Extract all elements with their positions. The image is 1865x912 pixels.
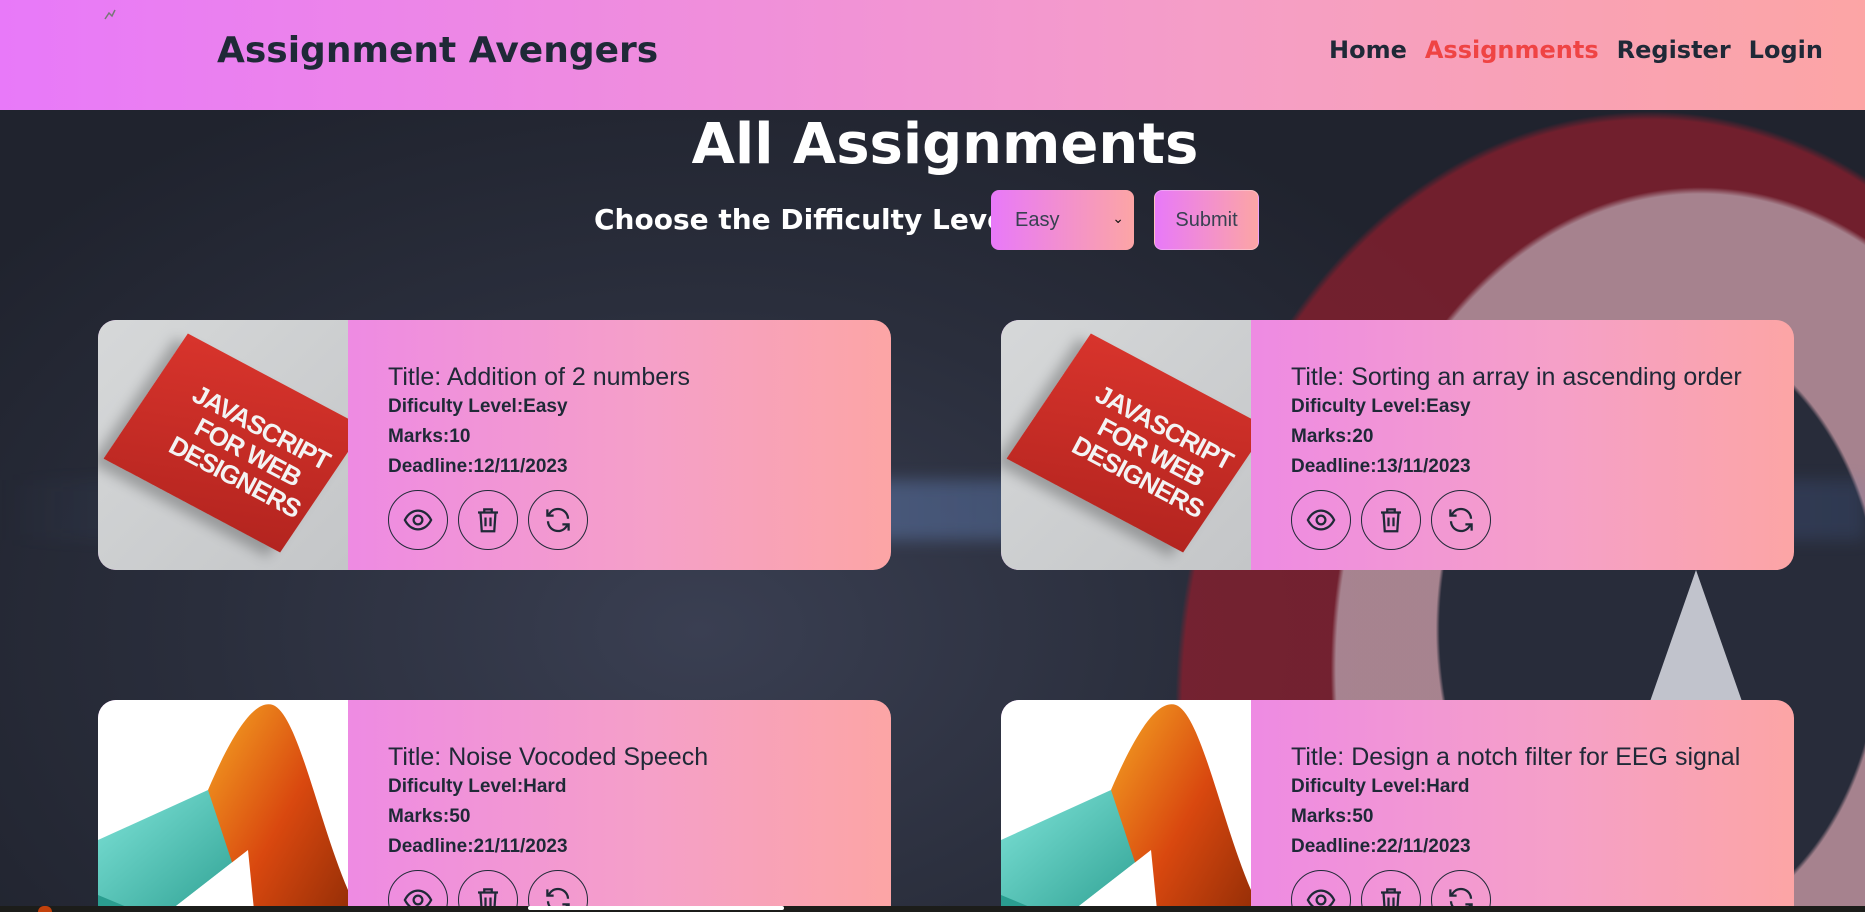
- eye-icon: [1306, 509, 1336, 531]
- matlab-logo-icon: [1001, 704, 1251, 912]
- submit-button[interactable]: Submit: [1154, 190, 1259, 250]
- card-difficulty: Dificulty Level:Hard: [388, 776, 567, 797]
- card-deadline: Deadline:12/11/2023: [388, 456, 568, 477]
- assignment-card: Title: Design a notch filter for EEG sig…: [1001, 700, 1794, 912]
- nav-assignments[interactable]: Assignments: [1425, 36, 1599, 72]
- card-difficulty: Dificulty Level:Hard: [1291, 776, 1470, 797]
- card-deadline: Deadline:21/11/2023: [388, 836, 568, 857]
- card-title: Title: Noise Vocoded Speech: [388, 743, 709, 771]
- card-marks: Marks:20: [1291, 426, 1374, 447]
- matlab-logo-icon: [98, 704, 348, 912]
- card-difficulty: Dificulty Level:Easy: [388, 396, 568, 417]
- refresh-icon: [1449, 507, 1473, 533]
- difficulty-selected-value: Easy: [1015, 208, 1060, 231]
- card-actions: [388, 490, 881, 550]
- card-difficulty: Dificulty Level:Easy: [1291, 396, 1471, 417]
- matlab-image: [1001, 700, 1251, 912]
- view-button[interactable]: [388, 490, 448, 550]
- refresh-icon: [546, 507, 570, 533]
- update-button[interactable]: [528, 490, 588, 550]
- card-info: Title: Addition of 2 numbers Dificulty L…: [388, 362, 881, 550]
- page-title: All Assignments: [691, 112, 1199, 177]
- logo[interactable]: [98, 12, 198, 98]
- card-marks: Marks:50: [1291, 806, 1374, 827]
- brand-title[interactable]: Assignment Avengers: [217, 30, 658, 71]
- book-image: JAVASCRIPT FOR WEB DESIGNERS: [1001, 320, 1251, 570]
- card-info: Title: Design a notch filter for EEG sig…: [1291, 742, 1784, 912]
- book-image: JAVASCRIPT FOR WEB DESIGNERS: [98, 320, 348, 570]
- navbar: Assignment Avengers Home Assignments Reg…: [0, 0, 1865, 110]
- trash-icon: [1381, 508, 1401, 533]
- assignment-card: JAVASCRIPT FOR WEB DESIGNERS Title: Addi…: [98, 320, 891, 570]
- view-button[interactable]: [1291, 490, 1351, 550]
- nav-home[interactable]: Home: [1329, 36, 1407, 72]
- taskbar-search-pill: [528, 906, 784, 910]
- assignment-card: JAVASCRIPT FOR WEB DESIGNERS Title: Sort…: [1001, 320, 1794, 570]
- card-deadline: Deadline:13/11/2023: [1291, 456, 1471, 477]
- assignment-card: Title: Noise Vocoded Speech Dificulty Le…: [98, 700, 891, 912]
- card-deadline: Deadline:22/11/2023: [1291, 836, 1471, 857]
- broken-image-icon: [104, 8, 118, 22]
- main-nav: Home Assignments Register Login: [1329, 36, 1841, 72]
- trash-icon: [478, 508, 498, 533]
- delete-button[interactable]: [1361, 490, 1421, 550]
- card-title: Title: Design a notch filter for EEG sig…: [1291, 743, 1741, 771]
- difficulty-select[interactable]: Easy ⌄: [991, 190, 1134, 250]
- matlab-image: [98, 700, 348, 912]
- taskbar-app-indicator: [38, 906, 52, 912]
- card-info: Title: Noise Vocoded Speech Dificulty Le…: [388, 742, 881, 912]
- update-button[interactable]: [1431, 490, 1491, 550]
- nav-login[interactable]: Login: [1749, 36, 1823, 72]
- nav-register[interactable]: Register: [1617, 36, 1731, 72]
- card-title: Title: Sorting an array in ascending ord…: [1291, 363, 1742, 391]
- card-title: Title: Addition of 2 numbers: [388, 363, 691, 391]
- chevron-down-icon: ⌄: [1112, 210, 1124, 226]
- eye-icon: [403, 509, 433, 531]
- card-marks: Marks:50: [388, 806, 471, 827]
- difficulty-label: Choose the Difficulty Level: [594, 203, 1016, 236]
- card-actions: [1291, 490, 1784, 550]
- delete-button[interactable]: [458, 490, 518, 550]
- taskbar-edge: [0, 906, 1865, 912]
- card-info: Title: Sorting an array in ascending ord…: [1291, 362, 1784, 550]
- card-marks: Marks:10: [388, 426, 471, 447]
